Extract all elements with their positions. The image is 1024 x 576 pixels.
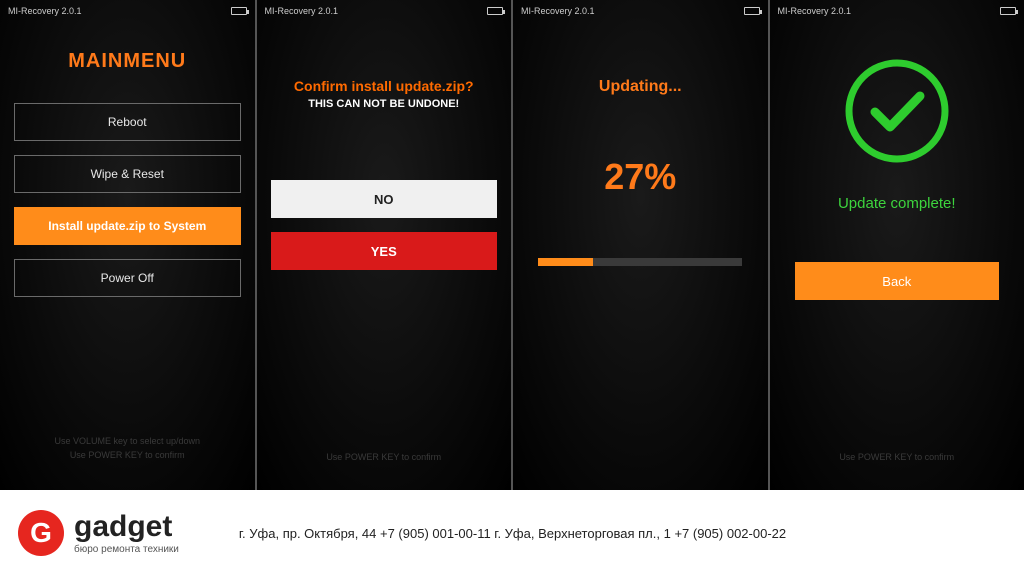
recovery-title: MI-Recovery 2.0.1: [778, 6, 852, 16]
brand-name: gadget: [74, 512, 179, 542]
status-bar: MI-Recovery 2.0.1: [770, 0, 1024, 18]
menu-wipe-reset[interactable]: Wipe & Reset: [14, 155, 241, 193]
logo-icon: G: [18, 510, 64, 556]
progress-fill: [538, 258, 593, 266]
screen-complete: MI-Recovery 2.0.1 Update complete! Back …: [770, 0, 1024, 490]
updating-title: Updating...: [599, 78, 682, 96]
mainmenu-title: MAINMENU: [68, 50, 186, 73]
no-button[interactable]: NO: [271, 180, 498, 218]
screen-mainmenu: MI-Recovery 2.0.1 MAINMENU Reboot Wipe &…: [0, 0, 255, 490]
recovery-title: MI-Recovery 2.0.1: [8, 6, 82, 16]
hint-text: Use VOLUME key to select up/down Use POW…: [0, 435, 255, 462]
battery-icon: [231, 7, 247, 15]
screen-confirm: MI-Recovery 2.0.1 Confirm install update…: [257, 0, 512, 490]
menu-install-update[interactable]: Install update.zip to System: [14, 207, 241, 245]
brand-tagline: бюро ремонта техники: [74, 544, 179, 555]
progress-bar: [538, 258, 742, 266]
footer: G gadget бюро ремонта техники г. Уфа, пр…: [0, 490, 1024, 576]
complete-text: Update complete!: [838, 195, 956, 212]
screens-row: MI-Recovery 2.0.1 MAINMENU Reboot Wipe &…: [0, 0, 1024, 490]
battery-icon: [1000, 7, 1016, 15]
hint-text: Use POWER KEY to confirm: [770, 452, 1024, 462]
hint-text: Use POWER KEY to confirm: [257, 452, 512, 462]
checkmark-icon: [842, 56, 952, 171]
recovery-title: MI-Recovery 2.0.1: [265, 6, 339, 16]
brand-logo: G gadget бюро ремонта техники: [18, 510, 179, 556]
status-bar: MI-Recovery 2.0.1: [0, 0, 255, 18]
yes-button[interactable]: YES: [271, 232, 498, 270]
back-button[interactable]: Back: [795, 262, 999, 300]
recovery-title: MI-Recovery 2.0.1: [521, 6, 595, 16]
battery-icon: [487, 7, 503, 15]
status-bar: MI-Recovery 2.0.1: [513, 0, 768, 18]
menu-power-off[interactable]: Power Off: [14, 259, 241, 297]
confirm-subtitle: THIS CAN NOT BE UNDONE!: [308, 98, 459, 110]
screen-updating: MI-Recovery 2.0.1 Updating... 27%: [513, 0, 768, 490]
menu-reboot[interactable]: Reboot: [14, 103, 241, 141]
progress-percent: 27%: [604, 156, 676, 198]
footer-contacts: г. Уфа, пр. Октября, 44 +7 (905) 001-00-…: [239, 526, 786, 541]
confirm-title: Confirm install update.zip?: [294, 78, 474, 94]
battery-icon: [744, 7, 760, 15]
status-bar: MI-Recovery 2.0.1: [257, 0, 512, 18]
